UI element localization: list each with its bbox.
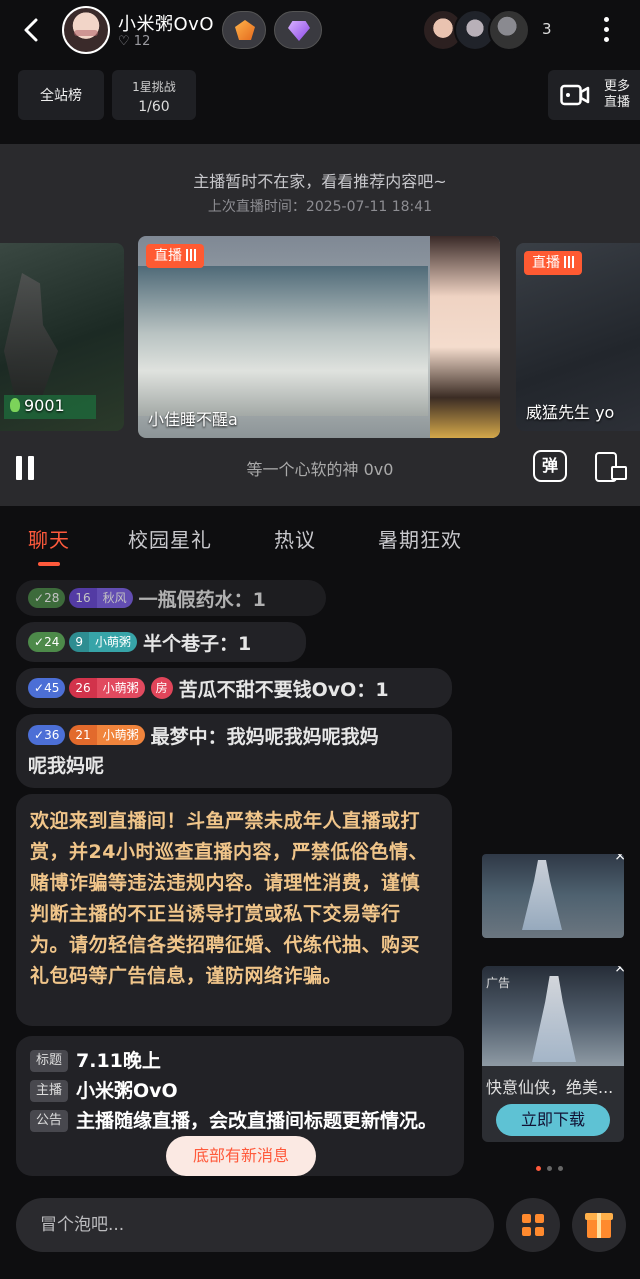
recommend-card[interactable]: 直播 威猛先生 yo [516, 243, 640, 431]
anchor-fans-count: ♡ 12 [118, 34, 150, 49]
diamond-badge-icon[interactable] [274, 11, 322, 49]
gift-icon[interactable] [572, 1198, 626, 1252]
ad-download-button[interactable]: 立即下载 [496, 1104, 610, 1136]
system-notice: 欢迎来到直播间！斗鱼严禁未成年人直播或打赏，并24小时巡查直播内容，严禁低俗色情… [16, 794, 452, 1026]
screen-orientation-icon[interactable] [595, 452, 627, 482]
room-tabs: 聊天 校园星礼 热议 暑期狂欢 [0, 516, 640, 576]
anchor-name[interactable]: 小米粥OvO [118, 10, 214, 36]
more-live-button[interactable]: 更多直播 [548, 70, 640, 120]
tab-hot-discussion[interactable]: 热议 [274, 524, 316, 553]
offline-message: 主播暂时不在家，看看推荐内容吧~ [193, 172, 447, 191]
ad-pagination-dots [536, 1156, 570, 1171]
room-anchor-line: 主播 小米粥OvO [30, 1076, 450, 1106]
announce-tag: 公告 [30, 1110, 69, 1132]
more-icon[interactable] [594, 14, 618, 46]
tab-chat[interactable]: 聊天 [28, 524, 70, 553]
message-text: 苦瓜不甜不要钱OvO：1 [178, 678, 389, 701]
rank-row: 全站榜 1星挑战 1/60 更多直播 [0, 66, 640, 124]
active-tab-indicator [38, 562, 60, 566]
fan-badge: 9 小萌粥 [69, 632, 137, 652]
tab-campus-gift[interactable]: 校园星礼 [128, 524, 212, 553]
chat-message[interactable]: ✓ 24 9 小萌粥 半个巷子：1 [16, 622, 306, 662]
danmu-toggle-button[interactable]: 弹 [533, 450, 567, 482]
message-text: 一瓶假药水：1 [138, 588, 266, 611]
ad-thumbnail[interactable]: × [482, 854, 624, 938]
live-tag-label: 直播 [154, 248, 182, 264]
pagination-dot [536, 1166, 541, 1171]
message-text: 半个巷子：1 [143, 632, 252, 655]
user-level-badge: ✓ 45 [28, 678, 66, 698]
ad-title: 快意仙侠，绝美... [486, 1078, 614, 1097]
chat-list[interactable]: ✓ 28 16 秋风 一瓶假药水：1 ✓ 24 9 小萌粥 半个巷子：1 ✓ 45 … [0, 578, 480, 1178]
fan-badge: 16 秋风 [69, 588, 133, 608]
user-level-badge: ✓ 24 [28, 632, 66, 652]
room-title: 7.11晚上 [76, 1050, 161, 1072]
stream-thumbnail [138, 266, 428, 416]
fan-badge: 21 小萌粥 [69, 725, 145, 745]
ad-card[interactable]: 广告 × 快意仙侠，绝美... 立即下载 [482, 966, 624, 1142]
chat-message[interactable]: ✓ 28 16 秋风 一瓶假药水：1 [16, 580, 326, 616]
top-bar: 小米粥OvO ♡ 12 3 [0, 0, 640, 60]
room-admin-badge: 房 [150, 677, 173, 699]
anchor-avatar[interactable] [62, 6, 110, 54]
new-messages-button[interactable]: 底部有新消息 [166, 1136, 316, 1176]
anchor-tag: 主播 [30, 1080, 69, 1102]
star-challenge-button[interactable]: 1星挑战 1/60 [112, 70, 196, 120]
room-announce-line: 公告 主播随缘直播，会改直播间标题更新情况。 [30, 1106, 450, 1136]
fan-badge: 26 小萌粥 [69, 678, 145, 698]
viewer-avatar[interactable] [488, 9, 530, 51]
recommend-card[interactable]: 直播 小佳睡不醒a [138, 236, 500, 438]
recommend-card[interactable]: 9001 [0, 243, 124, 431]
tab-summer-carnival[interactable]: 暑期狂欢 [378, 524, 462, 553]
close-icon[interactable]: × [614, 854, 624, 864]
more-live-label: 更多直播 [603, 79, 630, 110]
user-level-badge: ✓ 28 [28, 588, 66, 608]
pagination-dot [547, 1166, 552, 1171]
close-icon[interactable]: × [614, 966, 624, 976]
room-title-line: 标题 7.11晚上 [30, 1046, 450, 1076]
star-challenge-progress: 1/60 [138, 99, 170, 115]
apps-grid-icon[interactable] [506, 1198, 560, 1252]
live-tag: 直播 [146, 244, 204, 268]
user-level-badge: ✓ 36 [28, 725, 66, 745]
flame-icon [10, 398, 20, 412]
player-controls: 等一个心软的神 0v0 弹 [0, 446, 640, 490]
star-challenge-title: 1星挑战 [132, 80, 176, 94]
viewer-avatars[interactable] [422, 9, 532, 51]
chat-message[interactable]: ✓ 45 26 小萌粥 房 苦瓜不甜不要钱OvO：1 [16, 668, 452, 708]
ad-label: 广告 [486, 976, 511, 990]
fans-count-value: 12 [133, 34, 151, 49]
message-text: 最梦中：我妈呢我妈呢我妈 [150, 725, 379, 748]
live-bars-icon [186, 249, 196, 261]
live-tag-label: 直播 [532, 255, 560, 271]
room-anchor: 小米粥OvO [76, 1080, 178, 1102]
live-bars-icon [564, 256, 574, 268]
message-text-continued: 呢我妈呢 [28, 755, 105, 777]
room-announcement: 主播随缘直播，会改直播间标题更新情况。 [76, 1110, 438, 1132]
heart-icon: ♡ [118, 34, 130, 49]
card-title: 小佳睡不醒a [148, 410, 238, 429]
viewer-count[interactable]: 3 [542, 20, 552, 38]
chat-message[interactable]: ✓ 36 21 小萌粥 最梦中：我妈呢我妈呢我妈 呢我妈呢 [16, 714, 452, 788]
streamer-camera [430, 236, 500, 438]
rank-badge-icon[interactable] [222, 11, 266, 49]
chat-input[interactable]: 冒个泡吧... [16, 1198, 494, 1252]
live-tag: 直播 [524, 251, 582, 275]
offline-recommend-panel: 主播暂时不在家，看看推荐内容吧~ 上次直播时间：2025-07-11 18:41… [0, 144, 640, 506]
last-live-time: 上次直播时间：2025-07-11 18:41 [207, 199, 433, 215]
card-title: 威猛先生 yo [526, 403, 615, 422]
video-camera-icon [560, 84, 590, 106]
back-arrow-icon[interactable] [14, 12, 50, 48]
title-tag: 标题 [30, 1050, 69, 1072]
pagination-dot [558, 1166, 563, 1171]
site-rank-button[interactable]: 全站榜 [18, 70, 104, 120]
hot-count: 9001 [24, 396, 65, 415]
